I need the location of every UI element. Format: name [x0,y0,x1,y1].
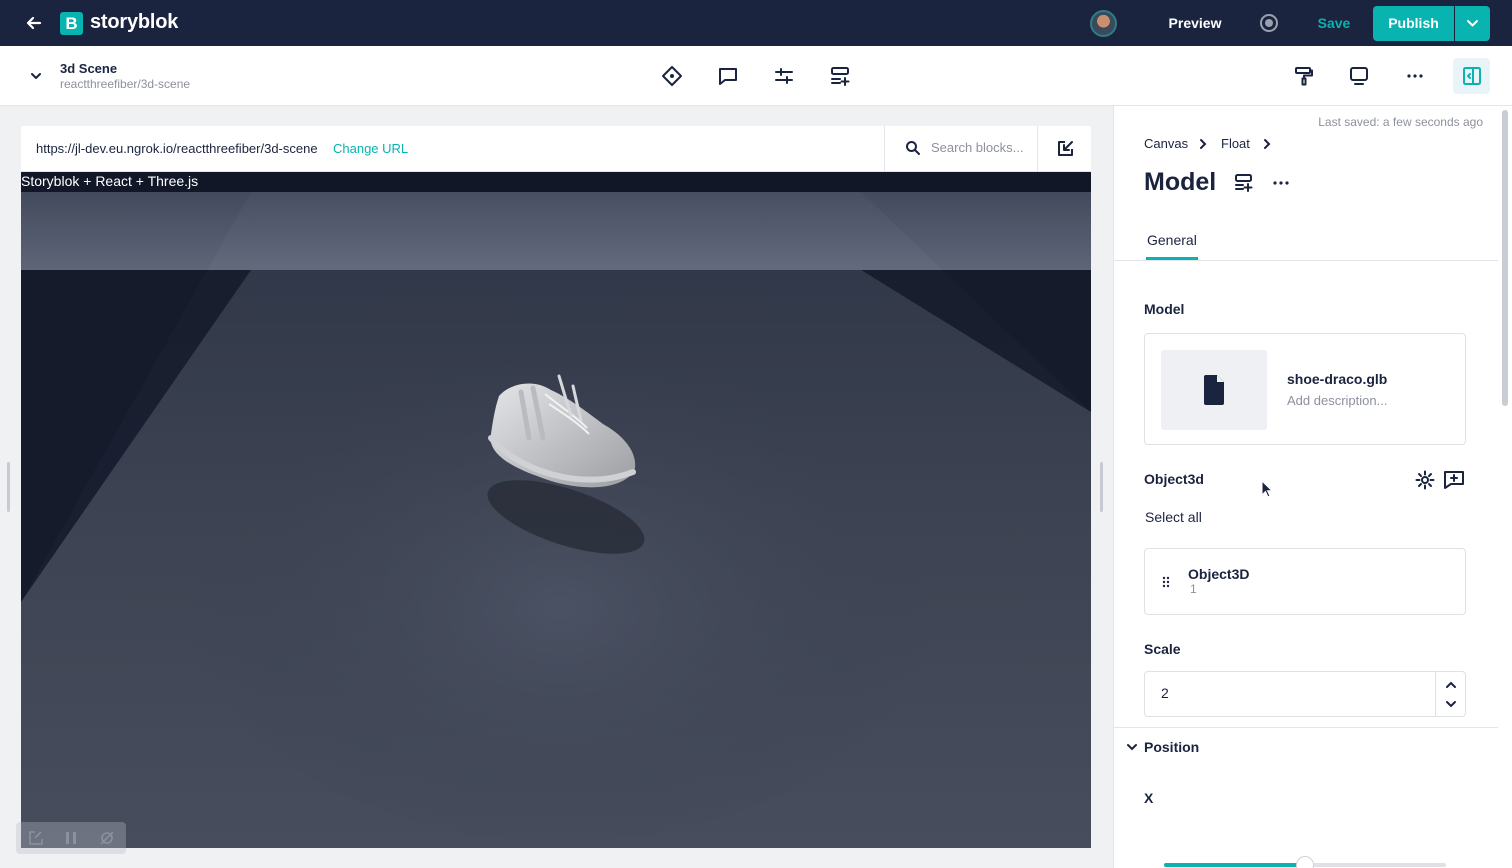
gear-icon[interactable] [1415,470,1435,490]
external-edit-icon [1058,141,1073,156]
editor-toolbar: 3d Scene reactthreefiber/3d-scene [0,46,1512,106]
scene-render [21,172,1091,848]
panel-resize-handle[interactable] [1100,462,1103,512]
x-slider[interactable] [1164,856,1446,868]
panel-scrollbar[interactable] [1502,110,1508,406]
sliders-icon[interactable] [773,65,795,87]
add-block-icon[interactable] [829,65,851,87]
back-arrow-icon[interactable] [24,13,44,33]
chevron-right-icon [1200,139,1207,149]
pause-icon[interactable] [63,830,79,846]
block-editor-panel: Last saved: a few seconds ago Canvas Flo… [1113,106,1512,868]
visibility-off-icon[interactable] [99,830,115,846]
select-all-link[interactable]: Select all [1145,509,1202,525]
add-comment-icon[interactable] [1443,470,1465,490]
list-item-subtitle: 1 [1190,582,1197,596]
asset-filename: shoe-draco.glb [1287,371,1388,387]
model-field-label: Model [1144,301,1185,317]
tab-general[interactable]: General [1147,232,1197,248]
open-in-new-button[interactable] [1037,126,1091,172]
breadcrumb-canvas[interactable]: Canvas [1144,136,1188,151]
more-icon[interactable] [1271,173,1291,193]
section-divider [1114,727,1498,728]
3d-scene-canvas[interactable]: Storyblok + React + Three.js [21,172,1091,848]
chevron-right-icon [1264,139,1271,149]
file-icon [1204,375,1224,405]
add-block-icon[interactable] [1234,173,1254,193]
top-bar: B storyblok Preview Save Publish [0,0,1512,46]
asset-description[interactable]: Add description... [1287,393,1387,408]
chevron-down-icon[interactable] [26,66,46,86]
search-icon [906,141,920,155]
screen-icon[interactable] [1348,65,1370,87]
publish-dropdown-button[interactable] [1455,6,1490,41]
number-stepper [1435,672,1466,716]
chevron-down-icon[interactable] [1444,697,1458,711]
x-slider-thumb[interactable] [1296,856,1314,868]
record-icon[interactable] [1260,14,1278,32]
preview-button[interactable]: Preview [1150,0,1240,46]
last-saved-status: Last saved: a few seconds ago [1318,115,1483,129]
asset-card[interactable]: shoe-draco.glb Add description... [1144,333,1466,445]
drag-handle-icon[interactable] [1161,575,1171,589]
diamond-icon[interactable] [661,65,683,87]
x-field-label: X [1144,790,1154,806]
sidebar-toggle-icon [1463,67,1481,85]
scale-input[interactable] [1161,685,1411,701]
list-item-title: Object3D [1188,566,1250,582]
preview-controls [16,822,126,854]
edit-icon[interactable] [28,830,44,846]
tabs-divider [1114,260,1498,261]
mouse-cursor-icon [1261,480,1273,498]
scene-title: Storyblok + React + Three.js [21,173,199,189]
story-slug: reactthreefiber/3d-scene [60,77,191,91]
asset-thumbnail[interactable] [1161,350,1267,430]
scale-field-label: Scale [1144,641,1181,657]
storyblok-logo-mark[interactable]: B [60,12,83,35]
more-icon[interactable] [1404,65,1426,87]
storyblok-logo-text: storyblok [90,11,179,33]
search-blocks[interactable] [884,126,1037,172]
paint-roller-icon[interactable] [1293,65,1315,87]
left-resize-handle[interactable] [7,462,10,512]
chevron-down-icon[interactable] [1125,740,1139,754]
chevron-up-icon[interactable] [1444,678,1458,692]
x-slider-fill [1164,863,1305,867]
list-item[interactable]: Object3D 1 [1144,548,1466,615]
sidebar-toggle-button[interactable] [1453,58,1490,94]
block-title: Model [1144,168,1217,196]
object3d-field-label: Object3d [1144,471,1204,487]
story-title: 3d Scene [60,61,118,76]
save-button[interactable]: Save [1308,0,1360,46]
scale-field [1144,671,1466,717]
comment-icon[interactable] [717,65,739,87]
search-input[interactable] [931,140,1031,155]
preview-url: https://jl-dev.eu.ngrok.io/reactthreefib… [36,141,318,156]
chevron-down-icon [1467,20,1478,27]
breadcrumb-float[interactable]: Float [1221,136,1250,151]
change-url-link[interactable]: Change URL [333,141,408,156]
visual-preview: https://jl-dev.eu.ngrok.io/reactthreefib… [21,126,1091,848]
publish-button[interactable]: Publish [1373,6,1454,41]
url-bar: https://jl-dev.eu.ngrok.io/reactthreefib… [21,126,1091,172]
user-avatar[interactable] [1090,10,1117,37]
position-section-toggle[interactable]: Position [1144,739,1199,755]
